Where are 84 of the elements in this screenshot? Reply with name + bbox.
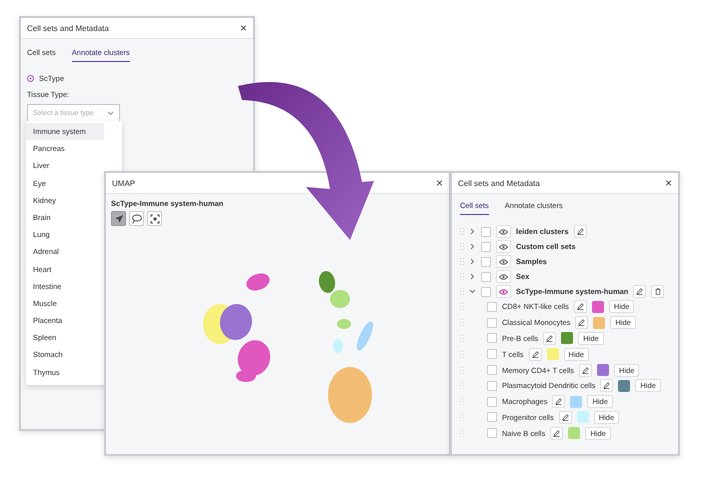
eye-icon [499, 228, 508, 234]
pencil-icon [636, 288, 644, 295]
pencil-icon [532, 350, 539, 358]
checkbox[interactable] [487, 412, 497, 422]
checkbox[interactable] [481, 226, 491, 236]
cell-cluster [333, 339, 343, 353]
edit-button[interactable] [552, 395, 566, 408]
cell-cluster [220, 304, 252, 340]
visibility-toggle[interactable] [496, 285, 511, 298]
color-swatch[interactable] [597, 364, 610, 376]
pencil-icon [546, 334, 554, 342]
color-swatch[interactable] [593, 316, 606, 329]
edit-button[interactable] [579, 364, 592, 377]
color-swatch[interactable] [592, 300, 604, 313]
edit-button[interactable] [600, 379, 614, 392]
pencil-icon [578, 319, 586, 326]
edit-button[interactable] [528, 348, 542, 361]
radio-button[interactable] [27, 75, 34, 82]
color-swatch[interactable] [568, 427, 580, 440]
trash-icon [654, 288, 661, 295]
checkbox[interactable] [487, 302, 497, 312]
edit-button[interactable] [633, 285, 646, 298]
pencil-icon [582, 366, 590, 374]
visibility-toggle[interactable] [496, 225, 511, 238]
checkbox[interactable] [487, 428, 497, 438]
pencil-icon [576, 228, 584, 235]
color-swatch[interactable] [546, 348, 559, 360]
window-title: Cell sets and Metadata [27, 24, 109, 32]
color-swatch[interactable] [576, 411, 589, 424]
checkbox[interactable] [481, 242, 491, 252]
pencil-icon [553, 430, 560, 437]
close-button[interactable]: × [664, 177, 672, 189]
edit-button[interactable] [558, 410, 572, 424]
window-title: UMAP [112, 178, 136, 188]
cell-cluster [246, 273, 270, 291]
edit-button[interactable] [575, 316, 588, 330]
edit-button[interactable] [574, 225, 587, 238]
color-swatch[interactable] [570, 396, 582, 408]
chevron-right-icon[interactable] [469, 273, 476, 280]
checkbox[interactable] [487, 365, 497, 376]
tool-button[interactable] [111, 211, 126, 226]
cell-cluster [328, 367, 372, 423]
tool-button[interactable] [129, 211, 144, 226]
window-title: Cell sets and Metadata [458, 178, 540, 188]
checkbox[interactable] [481, 272, 491, 282]
checkbox[interactable] [481, 286, 491, 296]
pencil-icon [555, 398, 562, 406]
focus-icon [150, 214, 160, 224]
pencil-icon [562, 414, 569, 421]
color-swatch[interactable] [618, 380, 630, 392]
close-button[interactable]: × [436, 177, 443, 189]
chevron-down-icon [107, 110, 114, 116]
eye-icon [499, 274, 508, 280]
edit-button[interactable] [574, 300, 587, 314]
color-swatch[interactable] [561, 332, 574, 344]
eye-icon [499, 288, 508, 294]
cell-cluster [330, 290, 350, 308]
checkbox[interactable] [487, 380, 497, 391]
chevron-right-icon[interactable] [469, 258, 476, 265]
lasso-icon [131, 214, 142, 224]
checkbox[interactable] [487, 333, 497, 344]
cell-cluster [356, 321, 374, 351]
visibility-toggle[interactable] [496, 270, 511, 283]
cell-cluster [318, 271, 336, 293]
close-button[interactable]: × [240, 22, 247, 34]
chevron-down-icon[interactable] [469, 288, 476, 295]
tool-button[interactable] [147, 211, 162, 226]
chevron-right-icon[interactable] [469, 228, 476, 235]
checkbox[interactable] [481, 256, 491, 266]
eye-icon [499, 244, 508, 250]
pencil-icon [603, 382, 610, 390]
cursor-icon [114, 214, 124, 224]
checkbox[interactable] [487, 349, 497, 360]
edit-button[interactable] [550, 426, 564, 440]
eye-icon [499, 258, 508, 264]
delete-button[interactable] [651, 285, 664, 298]
cell-cluster [337, 319, 351, 329]
chevron-right-icon[interactable] [469, 243, 476, 250]
visibility-toggle[interactable] [496, 255, 511, 268]
edit-button[interactable] [543, 332, 556, 345]
checkbox[interactable] [487, 396, 497, 407]
checkbox[interactable] [487, 318, 497, 328]
visibility-toggle[interactable] [496, 240, 511, 253]
pencil-icon [576, 303, 584, 310]
